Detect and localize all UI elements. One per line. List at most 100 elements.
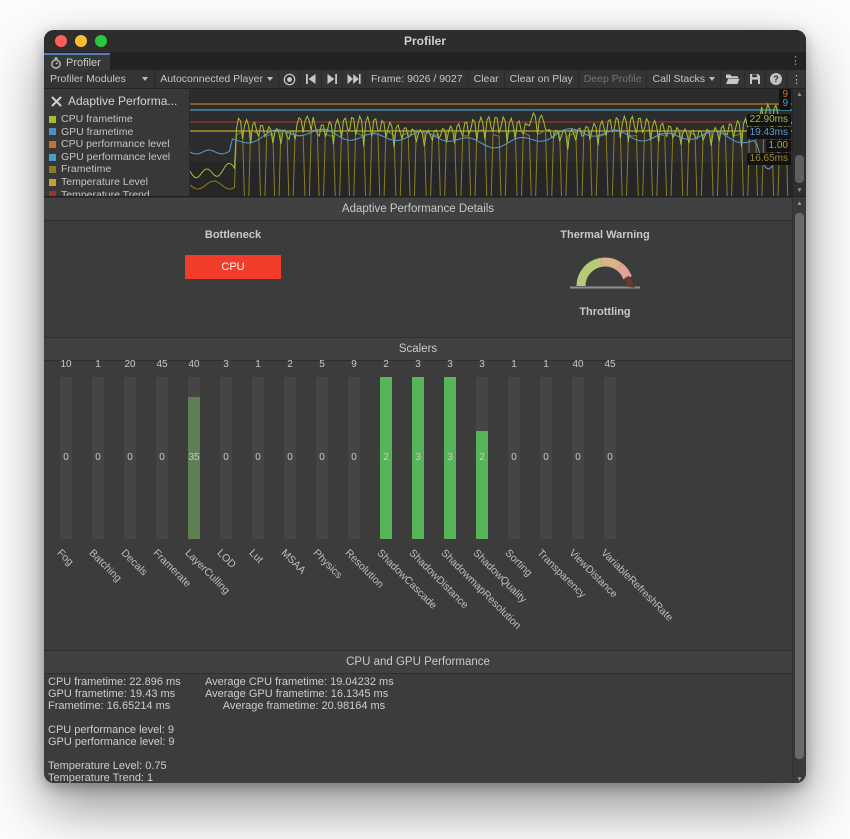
record-icon [283, 73, 296, 86]
scaler-current-value: 3 [444, 452, 456, 463]
title-bar: Profiler [44, 30, 806, 53]
performance-average-line: Average frametime: 20.98164 ms [205, 700, 394, 712]
record-button[interactable] [279, 70, 301, 88]
scaler-bar: 0 [348, 377, 360, 539]
performance-stat-line: CPU performance level: 9 [48, 724, 181, 736]
details-scrollbar-thumb[interactable] [795, 213, 804, 759]
help-icon: ? [770, 73, 782, 85]
scaler-max-value: 2 [274, 359, 306, 370]
tab-label: Profiler [66, 57, 101, 69]
scalers-chart: 100Fog10Batching200Decals450Framerate403… [44, 359, 792, 650]
call-stacks-dropdown[interactable]: Call Stacks [647, 70, 721, 88]
stopwatch-icon [50, 57, 62, 69]
legend-label: CPU frametime [61, 113, 133, 126]
details-scrollbar[interactable]: ▲ ▼ [792, 197, 806, 783]
tab-profiler[interactable]: Profiler [44, 53, 110, 70]
target-dropdown[interactable]: Autoconnected Player [155, 70, 279, 88]
scaler-bar: 0 [572, 377, 584, 539]
scaler-name-label: Physics [311, 547, 345, 581]
legend-label: Temperature Level [61, 176, 148, 189]
scaler-current-value: 0 [348, 452, 360, 463]
chart-scrollbar[interactable]: ▲ ▼ [792, 89, 806, 196]
load-profile-button[interactable] [721, 70, 745, 88]
legend-swatch [49, 166, 56, 173]
close-window-button[interactable] [55, 35, 67, 47]
clear-button[interactable]: Clear [469, 70, 505, 88]
next-frame-icon [326, 74, 338, 84]
scaler-bar: 2 [476, 377, 488, 539]
scaler-current-value: 0 [540, 452, 552, 463]
module-sidebar: Adaptive Performa... CPU frametimeGPU fr… [44, 89, 190, 196]
section-header-scalers: Scalers [44, 337, 792, 361]
scaler-max-value: 2 [370, 359, 402, 370]
scaler-current-value: 0 [508, 452, 520, 463]
scaler-name-label: ShadowDistance [407, 547, 471, 611]
clear-on-play-button[interactable]: Clear on Play [505, 70, 579, 88]
legend-swatch [49, 179, 56, 186]
chevron-down-icon [142, 77, 148, 81]
tab-menu-icon[interactable]: ⋮ [790, 55, 801, 68]
save-profile-button[interactable] [745, 70, 766, 88]
toolbar-menu-button[interactable]: ⋮ [787, 70, 806, 88]
legend-swatch [49, 191, 56, 196]
chart-scrollbar-thumb[interactable] [795, 155, 804, 183]
scaler-current-value: 0 [220, 452, 232, 463]
module-title: Adaptive Performa... [68, 94, 177, 108]
scaler-bar-fill [188, 397, 200, 539]
tools-icon [50, 95, 63, 108]
performance-stats-left: CPU frametime: 22.896 msGPU frametime: 1… [48, 676, 181, 783]
current-frame-button[interactable] [343, 70, 366, 88]
minimize-window-button[interactable] [75, 35, 87, 47]
legend-item[interactable]: Temperature Level [49, 176, 184, 189]
legend-label: CPU performance level [61, 138, 170, 151]
scaler-max-value: 1 [82, 359, 114, 370]
legend-item[interactable]: CPU performance level [49, 138, 184, 151]
scaler-name-label: Sorting [503, 547, 535, 579]
scaler-max-value: 1 [498, 359, 530, 370]
chevron-down-icon [267, 77, 273, 81]
scaler-max-value: 5 [306, 359, 338, 370]
scaler-max-value: 20 [114, 359, 146, 370]
scaler-current-value: 3 [412, 452, 424, 463]
scaler-name-label: Lut [247, 547, 266, 566]
scaler-max-value: 3 [434, 359, 466, 370]
chart-value-badge: 16.65ms [747, 153, 791, 165]
floppy-save-icon [749, 73, 761, 85]
legend-item[interactable]: GPU performance level [49, 151, 184, 164]
legend-swatch [49, 116, 56, 123]
module-header[interactable]: Adaptive Performa... [50, 94, 184, 108]
timeline-chart[interactable]: 9922.90ms19.43ms1.0016.65ms [190, 89, 792, 196]
profiler-modules-dropdown[interactable]: Profiler Modules [44, 70, 155, 88]
scaler-max-value: 40 [562, 359, 594, 370]
chart-value-badge: 1.00 [766, 140, 791, 152]
scroll-down-icon[interactable]: ▼ [793, 776, 806, 783]
scaler-current-value: 2 [476, 452, 488, 463]
legend-item[interactable]: Temperature Trend [49, 189, 184, 196]
scaler-max-value: 3 [402, 359, 434, 370]
help-button[interactable]: ? [766, 70, 787, 88]
scaler-bar: 3 [444, 377, 456, 539]
scroll-up-icon[interactable]: ▲ [793, 200, 806, 207]
desktop: { "window": {"title": "Profiler"}, "tab"… [0, 0, 850, 839]
performance-stat-line [48, 748, 181, 760]
traffic-lights [55, 35, 107, 47]
next-frame-button[interactable] [322, 70, 343, 88]
section-title: Scalers [399, 343, 437, 355]
scroll-up-icon[interactable]: ▲ [793, 91, 806, 98]
legend-item[interactable]: GPU frametime [49, 126, 184, 139]
legend-label: Temperature Trend [61, 189, 150, 196]
prev-frame-button[interactable] [301, 70, 322, 88]
zoom-window-button[interactable] [95, 35, 107, 47]
scaler-current-value: 0 [156, 452, 168, 463]
deep-profile-button: Deep Profile [579, 70, 648, 88]
scaler-name-label: Decals [119, 547, 150, 578]
details-panel: Adaptive Performance Details Bottleneck … [44, 197, 806, 783]
legend-label: GPU frametime [61, 126, 133, 139]
profiler-toolbar: Profiler Modules Autoconnected Player [44, 70, 806, 89]
legend-item[interactable]: CPU frametime [49, 113, 184, 126]
scaler-bar: 3 [412, 377, 424, 539]
scroll-down-icon[interactable]: ▼ [793, 187, 806, 194]
scaler-max-value: 9 [338, 359, 370, 370]
scaler-name-label: Batching [87, 547, 124, 584]
legend-item[interactable]: Frametime [49, 163, 184, 176]
